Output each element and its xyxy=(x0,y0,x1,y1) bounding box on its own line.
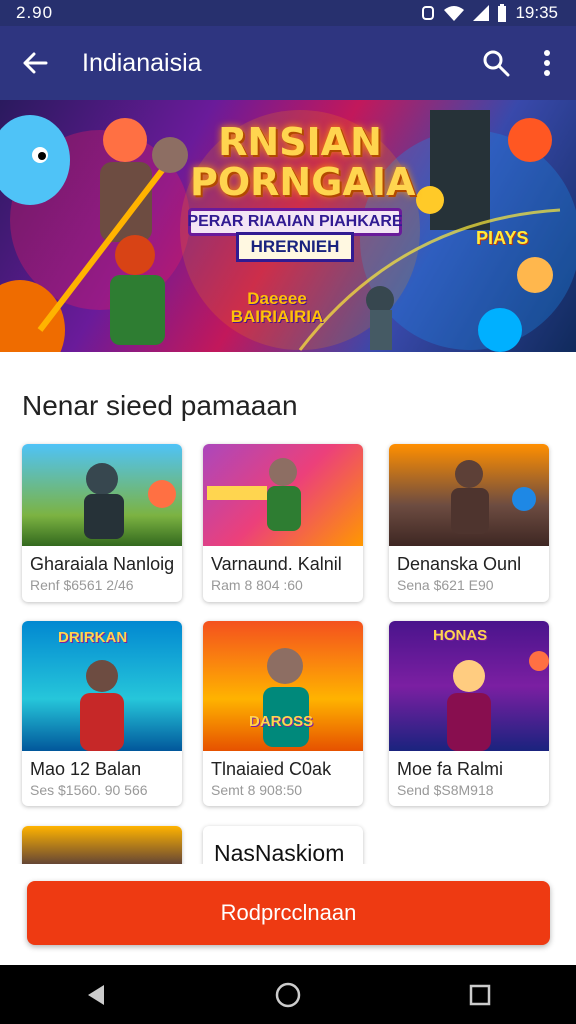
game-title: Gharaiala Nanloig xyxy=(30,554,175,574)
square-recents-icon xyxy=(469,984,491,1005)
game-card[interactable]: Gharaiala Nanloig Renf $6561 2/46 xyxy=(22,444,182,602)
game-title: Mao 12 Balan xyxy=(30,759,142,779)
game-title: Tlnaiaied C0ak xyxy=(211,759,332,779)
game-title: Moe fa Ralmi xyxy=(397,759,504,779)
battery-icon xyxy=(498,4,507,22)
game-thumbnail xyxy=(389,444,549,546)
game-thumbnail: DAROSS xyxy=(203,621,363,751)
status-time: 2.90 xyxy=(16,3,54,22)
game-meta: Sena $621 E90 xyxy=(397,577,494,593)
search-icon xyxy=(483,50,510,77)
status-icons: 19:35 xyxy=(421,3,558,23)
game-meta: Ram 8 804 :60 xyxy=(211,577,303,593)
arrow-left-icon xyxy=(23,52,48,74)
game-thumbnail xyxy=(203,444,363,546)
hero-title: RNSIAN PORNGAIA xyxy=(190,120,416,204)
thumbnail-caption: DRIRKAN xyxy=(58,629,128,646)
nav-home-button[interactable] xyxy=(258,965,318,1024)
status-clock: 19:35 xyxy=(515,3,558,22)
back-button[interactable] xyxy=(0,26,70,100)
game-thumbnail: DRIRKAN xyxy=(22,621,182,751)
game-card[interactable]: Varnaund. Kalnil Ram 8 804 :60 xyxy=(203,444,363,602)
app-bar: Indianaisia xyxy=(0,26,576,100)
game-title: Denanska Ounl xyxy=(397,554,522,574)
status-bar: 2.90 19:35 xyxy=(0,0,576,26)
system-nav-bar xyxy=(0,965,576,1024)
more-options-button[interactable] xyxy=(522,26,572,100)
game-card-partial[interactable] xyxy=(22,826,182,866)
partial-card-title: NasNaskiom xyxy=(214,840,345,866)
hero-subtitle-secondary: HRERNIEH xyxy=(236,232,354,262)
more-vertical-icon xyxy=(544,50,550,76)
triangle-back-icon xyxy=(88,984,104,1005)
wifi-icon xyxy=(444,6,465,21)
thumbnail-caption: HONAS xyxy=(433,627,488,644)
search-button[interactable] xyxy=(470,26,522,100)
thumbnail-caption: DAROSS xyxy=(249,713,314,730)
game-meta: Send $S8M918 xyxy=(397,782,494,798)
primary-action-button[interactable]: Rodprcclnaan xyxy=(27,881,550,945)
game-card[interactable]: HONAS Moe fa Ralmi Send $S8M918 xyxy=(389,621,549,806)
section-title: Nenar sieed pamaaan xyxy=(22,390,298,421)
nav-back-button[interactable] xyxy=(66,965,126,1024)
nav-recents-button[interactable] xyxy=(450,965,510,1024)
hero-badge: Daeeee BAIRIAIRIA xyxy=(230,289,324,326)
page-title: Indianaisia xyxy=(82,48,202,77)
signal-icon xyxy=(473,5,490,21)
game-title: Varnaund. Kalnil xyxy=(211,554,342,574)
game-thumbnail: HONAS xyxy=(389,621,549,751)
game-card[interactable]: Denanska Ounl Sena $621 E90 xyxy=(389,444,549,602)
hero-badge-right: PIAYS xyxy=(476,228,529,248)
game-thumbnail xyxy=(22,444,182,546)
circle-home-icon xyxy=(275,982,301,1007)
game-meta: Semt 8 908:50 xyxy=(211,782,303,798)
game-meta: Renf $6561 2/46 xyxy=(30,577,134,593)
alarm-icon xyxy=(422,6,435,20)
game-card[interactable]: DRIRKAN Mao 12 Balan Ses $1560. 90 566 xyxy=(22,621,182,806)
game-card[interactable]: DAROSS Tlnaiaied C0ak Semt 8 908:50 xyxy=(203,621,363,806)
game-meta: Ses $1560. 90 566 xyxy=(30,782,148,798)
